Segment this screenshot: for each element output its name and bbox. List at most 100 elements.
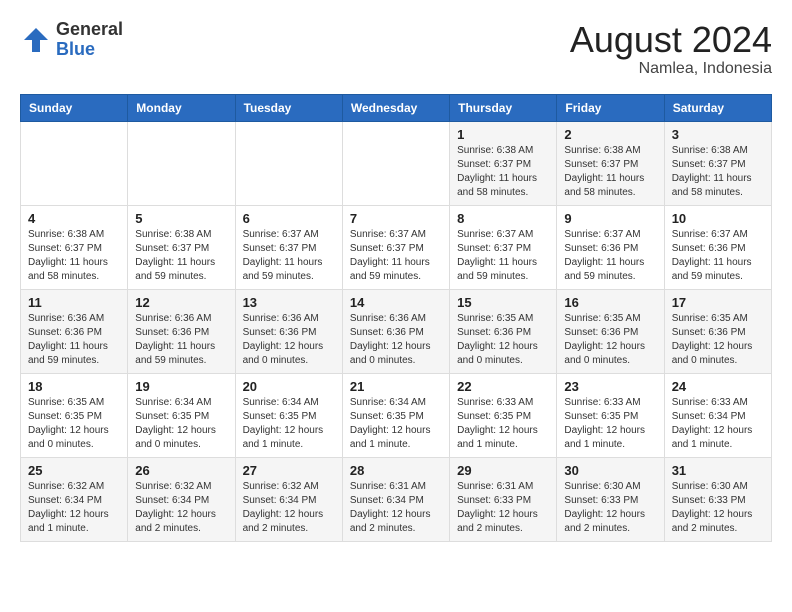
day-number: 19 <box>135 379 227 394</box>
calendar-week-row: 25 Sunrise: 6:32 AMSunset: 6:34 PMDayligh… <box>21 457 772 541</box>
day-number: 9 <box>564 211 656 226</box>
calendar-cell: 26 Sunrise: 6:32 AMSunset: 6:34 PMDayligh… <box>128 457 235 541</box>
day-number: 3 <box>672 127 764 142</box>
day-info: Sunrise: 6:36 AMSunset: 6:36 PMDaylight:… <box>350 312 442 368</box>
day-info: Sunrise: 6:35 AMSunset: 6:36 PMDaylight:… <box>457 312 549 368</box>
calendar-cell <box>342 121 449 205</box>
weekday-header-thursday: Thursday <box>450 94 557 121</box>
day-number: 21 <box>350 379 442 394</box>
calendar-cell: 16 Sunrise: 6:35 AMSunset: 6:36 PMDayligh… <box>557 289 664 373</box>
calendar-cell: 20 Sunrise: 6:34 AMSunset: 6:35 PMDayligh… <box>235 373 342 457</box>
calendar-cell: 9 Sunrise: 6:37 AMSunset: 6:36 PMDaylight… <box>557 205 664 289</box>
calendar-cell: 17 Sunrise: 6:35 AMSunset: 6:36 PMDayligh… <box>664 289 771 373</box>
day-info: Sunrise: 6:36 AMSunset: 6:36 PMDaylight:… <box>28 312 120 368</box>
calendar-cell: 12 Sunrise: 6:36 AMSunset: 6:36 PMDayligh… <box>128 289 235 373</box>
day-info: Sunrise: 6:32 AMSunset: 6:34 PMDaylight:… <box>28 480 120 536</box>
day-info: Sunrise: 6:30 AMSunset: 6:33 PMDaylight:… <box>564 480 656 536</box>
day-number: 5 <box>135 211 227 226</box>
day-info: Sunrise: 6:38 AMSunset: 6:37 PMDaylight:… <box>28 228 120 284</box>
calendar-cell: 1Sunrise: 6:38 AMSunset: 6:37 PMDaylight… <box>450 121 557 205</box>
day-number: 20 <box>243 379 335 394</box>
day-number: 14 <box>350 295 442 310</box>
calendar-cell <box>128 121 235 205</box>
calendar-cell: 29 Sunrise: 6:31 AMSunset: 6:33 PMDayligh… <box>450 457 557 541</box>
logo: General Blue <box>20 20 123 60</box>
calendar-cell: 10Sunrise: 6:37 AMSunset: 6:36 PMDayligh… <box>664 205 771 289</box>
calendar-cell: 4 Sunrise: 6:38 AMSunset: 6:37 PMDaylight… <box>21 205 128 289</box>
day-number: 8 <box>457 211 549 226</box>
day-number: 11 <box>28 295 120 310</box>
day-number: 10 <box>672 211 764 226</box>
day-number: 25 <box>28 463 120 478</box>
calendar-week-row: 11 Sunrise: 6:36 AMSunset: 6:36 PMDayligh… <box>21 289 772 373</box>
day-number: 17 <box>672 295 764 310</box>
day-number: 27 <box>243 463 335 478</box>
day-info: Sunrise: 6:33 AMSunset: 6:34 PMDaylight:… <box>672 396 764 452</box>
logo-blue: Blue <box>56 39 95 59</box>
day-info: Sunrise: 6:34 AMSunset: 6:35 PMDaylight:… <box>350 396 442 452</box>
day-number: 4 <box>28 211 120 226</box>
calendar-cell: 27 Sunrise: 6:32 AMSunset: 6:34 PMDayligh… <box>235 457 342 541</box>
day-number: 23 <box>564 379 656 394</box>
calendar-week-row: 18Sunrise: 6:35 AMSunset: 6:35 PMDayligh… <box>21 373 772 457</box>
day-info: Sunrise: 6:37 AMSunset: 6:37 PMDaylight:… <box>457 228 549 284</box>
day-info: Sunrise: 6:37 AMSunset: 6:37 PMDaylight:… <box>350 228 442 284</box>
calendar-cell <box>235 121 342 205</box>
calendar-cell: 15 Sunrise: 6:35 AMSunset: 6:36 PMDayligh… <box>450 289 557 373</box>
logo-icon <box>20 24 52 56</box>
day-number: 29 <box>457 463 549 478</box>
location: Namlea, Indonesia <box>570 60 772 78</box>
calendar-cell <box>21 121 128 205</box>
day-info: Sunrise: 6:35 AMSunset: 6:36 PMDaylight:… <box>564 312 656 368</box>
day-info: Sunrise: 6:34 AMSunset: 6:35 PMDaylight:… <box>243 396 335 452</box>
day-info: Sunrise: 6:36 AMSunset: 6:36 PMDaylight:… <box>243 312 335 368</box>
day-info: Sunrise: 6:38 AMSunset: 6:37 PMDaylight:… <box>564 144 656 200</box>
day-number: 22 <box>457 379 549 394</box>
weekday-header-friday: Friday <box>557 94 664 121</box>
calendar-cell: 7 Sunrise: 6:37 AMSunset: 6:37 PMDaylight… <box>342 205 449 289</box>
day-info: Sunrise: 6:36 AMSunset: 6:36 PMDaylight:… <box>135 312 227 368</box>
calendar-cell: 22Sunrise: 6:33 AMSunset: 6:35 PMDayligh… <box>450 373 557 457</box>
day-info: Sunrise: 6:38 AMSunset: 6:37 PMDaylight:… <box>672 144 764 200</box>
weekday-header-monday: Monday <box>128 94 235 121</box>
calendar-table: SundayMondayTuesdayWednesdayThursdayFrid… <box>20 94 772 542</box>
day-info: Sunrise: 6:35 AMSunset: 6:36 PMDaylight:… <box>672 312 764 368</box>
day-number: 7 <box>350 211 442 226</box>
calendar-cell: 31Sunrise: 6:30 AMSunset: 6:33 PMDayligh… <box>664 457 771 541</box>
calendar-cell: 30 Sunrise: 6:30 AMSunset: 6:33 PMDayligh… <box>557 457 664 541</box>
day-info: Sunrise: 6:31 AMSunset: 6:33 PMDaylight:… <box>457 480 549 536</box>
weekday-header-sunday: Sunday <box>21 94 128 121</box>
calendar-cell: 8 Sunrise: 6:37 AMSunset: 6:37 PMDaylight… <box>450 205 557 289</box>
weekday-header-row: SundayMondayTuesdayWednesdayThursdayFrid… <box>21 94 772 121</box>
calendar-week-row: 1 Sunrise: 6:38 AMSunset: 6:37 PMDaylight… <box>21 121 772 205</box>
calendar-cell: 11 Sunrise: 6:36 AMSunset: 6:36 PMDayligh… <box>21 289 128 373</box>
calendar-cell: 3 Sunrise: 6:38 AMSunset: 6:37 PMDaylight… <box>664 121 771 205</box>
day-info: Sunrise: 6:38 AMSunset: 6:37 PMDaylight:… <box>135 228 227 284</box>
weekday-header-saturday: Saturday <box>664 94 771 121</box>
calendar-cell: 2Sunrise: 6:38 AMSunset: 6:37 PMDaylight… <box>557 121 664 205</box>
day-number: 6 <box>243 211 335 226</box>
day-number: 16 <box>564 295 656 310</box>
day-number: 1 <box>457 127 549 142</box>
day-number: 15 <box>457 295 549 310</box>
day-info: Sunrise: 6:37 AMSunset: 6:36 PMDaylight:… <box>564 228 656 284</box>
calendar-cell: 5 Sunrise: 6:38 AMSunset: 6:37 PMDaylight… <box>128 205 235 289</box>
calendar-cell: 24Sunrise: 6:33 AMSunset: 6:34 PMDayligh… <box>664 373 771 457</box>
day-number: 12 <box>135 295 227 310</box>
weekday-header-tuesday: Tuesday <box>235 94 342 121</box>
weekday-header-wednesday: Wednesday <box>342 94 449 121</box>
calendar-cell: 21 Sunrise: 6:34 AMSunset: 6:35 PMDayligh… <box>342 373 449 457</box>
logo-text: General Blue <box>56 20 123 60</box>
day-number: 30 <box>564 463 656 478</box>
title-block: August 2024 Namlea, Indonesia <box>570 20 772 78</box>
calendar-cell: 28Sunrise: 6:31 AMSunset: 6:34 PMDayligh… <box>342 457 449 541</box>
calendar-week-row: 4 Sunrise: 6:38 AMSunset: 6:37 PMDaylight… <box>21 205 772 289</box>
day-info: Sunrise: 6:32 AMSunset: 6:34 PMDaylight:… <box>243 480 335 536</box>
day-info: Sunrise: 6:33 AMSunset: 6:35 PMDaylight:… <box>564 396 656 452</box>
day-number: 18 <box>28 379 120 394</box>
day-number: 26 <box>135 463 227 478</box>
day-number: 31 <box>672 463 764 478</box>
day-info: Sunrise: 6:32 AMSunset: 6:34 PMDaylight:… <box>135 480 227 536</box>
calendar-cell: 18Sunrise: 6:35 AMSunset: 6:35 PMDayligh… <box>21 373 128 457</box>
logo-general: General <box>56 19 123 39</box>
